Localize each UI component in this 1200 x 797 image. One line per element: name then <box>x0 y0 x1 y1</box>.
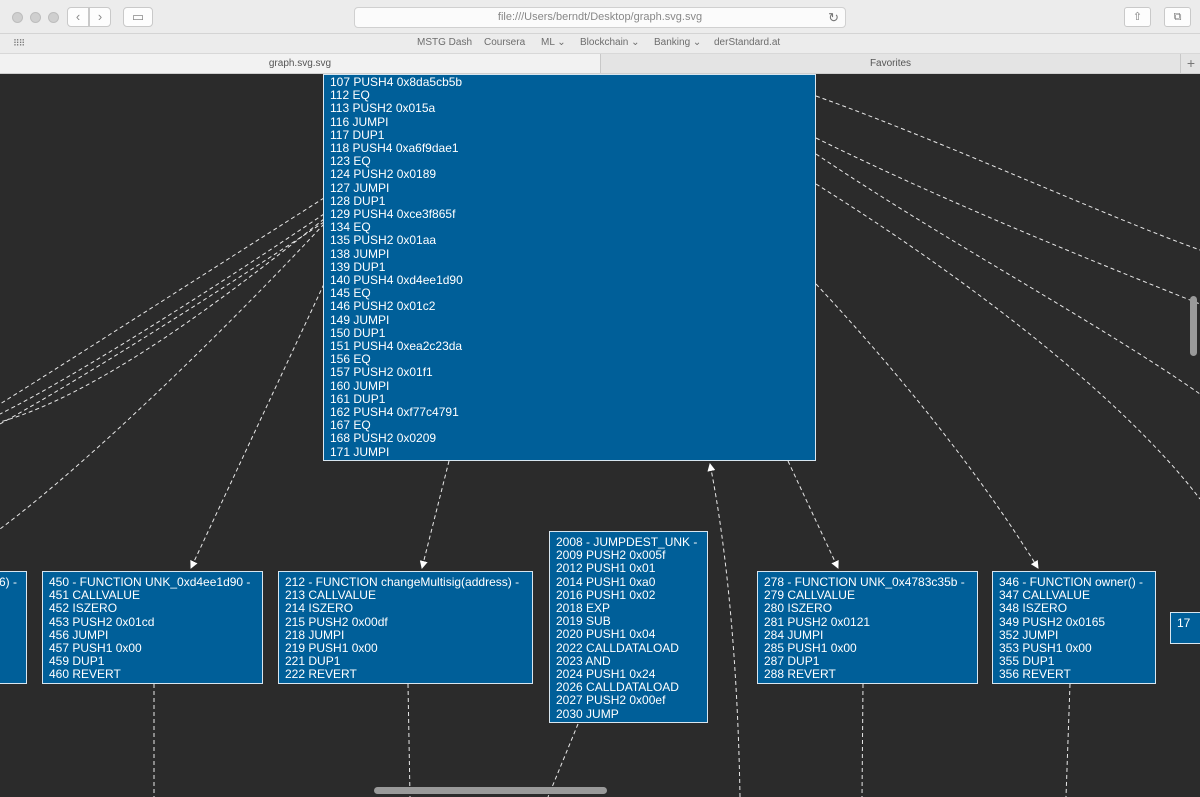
graph-node-function-owner[interactable]: 346 - FUNCTION owner() - 347 CALLVALUE 3… <box>992 571 1156 684</box>
browser-toolbar: ‹ › ▭ file:///Users/berndt/Desktop/graph… <box>0 0 1200 34</box>
graph-edge <box>707 463 741 797</box>
graph-node-jumpdest-2008[interactable]: 2008 - JUMPDEST_UNK - 2009 PUSH2 0x005f … <box>549 531 708 723</box>
vertical-scrollbar[interactable] <box>1190 296 1197 356</box>
horizontal-scrollbar[interactable] <box>374 787 607 794</box>
minimize-window-button[interactable] <box>30 12 41 23</box>
zoom-window-button[interactable] <box>48 12 59 23</box>
favorite-mstg-dash[interactable]: MSTG Dash <box>417 37 472 48</box>
tabs-icon: ⧉ <box>1173 11 1182 23</box>
graph-edge <box>419 460 450 569</box>
address-bar[interactable]: file:///Users/berndt/Desktop/graph.svg.s… <box>354 7 846 28</box>
graph-edge <box>815 137 1200 305</box>
chevron-right-icon: › <box>97 9 103 24</box>
graph-edge <box>0 223 325 530</box>
graph-edge <box>0 213 325 415</box>
graph-edge <box>190 283 325 569</box>
graph-edge <box>0 221 325 425</box>
graph-edge <box>815 283 1039 569</box>
plus-icon: + <box>1186 55 1196 71</box>
graph-node-partial-left[interactable]: 6) - <box>0 571 27 684</box>
graph-edge <box>0 218 325 423</box>
grid-icon[interactable]: ⠿⠿ <box>13 38 25 49</box>
graph-canvas[interactable]: 107 PUSH4 0x8da5cb5b 112 EQ 113 PUSH2 0x… <box>0 74 1200 797</box>
close-window-button[interactable] <box>12 12 23 23</box>
share-icon: ⇧ <box>1132 11 1143 23</box>
graph-edge <box>787 460 839 569</box>
graph-edge <box>0 197 325 405</box>
graph-node-function-unk-4783c35b[interactable]: 278 - FUNCTION UNK_0x4783c35b - 279 CALL… <box>757 571 978 684</box>
forward-button[interactable]: › <box>89 7 111 27</box>
reload-icon[interactable]: ↻ <box>828 8 839 27</box>
favorite-banking[interactable]: Banking ⌄ <box>654 37 701 48</box>
graph-node-dispatcher[interactable]: 107 PUSH4 0x8da5cb5b 112 EQ 113 PUSH2 0x… <box>323 74 816 461</box>
show-tabs-button[interactable]: ⧉ <box>1164 7 1191 27</box>
graph-node-function-changemultisig[interactable]: 212 - FUNCTION changeMultisig(address) -… <box>278 571 533 684</box>
chevron-left-icon: ‹ <box>75 9 81 24</box>
graph-edge <box>1065 683 1071 797</box>
back-button[interactable]: ‹ <box>67 7 89 27</box>
sidebar-toggle-button[interactable]: ▭ <box>123 7 153 27</box>
graph-node-function-unk-d4ee1d90[interactable]: 450 - FUNCTION UNK_0xd4ee1d90 - 451 CALL… <box>42 571 263 684</box>
tab-bar: graph.svg.svg Favorites + <box>0 54 1200 74</box>
graph-node-partial-right[interactable]: 17 <box>1170 612 1200 644</box>
new-tab-button[interactable]: + <box>1180 54 1200 73</box>
favorite-ml[interactable]: ML ⌄ <box>541 37 566 48</box>
favorite-coursera[interactable]: Coursera <box>484 37 525 48</box>
share-button[interactable]: ⇧ <box>1124 7 1151 27</box>
graph-edge <box>861 683 864 797</box>
favorite-derstandard[interactable]: derStandard.at <box>714 37 780 48</box>
sidebar-icon: ▭ <box>131 9 145 24</box>
tab-favorites[interactable]: Favorites <box>601 54 1180 73</box>
graph-edge <box>815 95 1200 251</box>
tab-graph-svg[interactable]: graph.svg.svg <box>0 54 600 73</box>
graph-edge <box>815 153 1200 395</box>
url-text: file:///Users/berndt/Desktop/graph.svg.s… <box>497 11 703 23</box>
favorite-blockchain[interactable]: Blockchain ⌄ <box>580 37 640 48</box>
graph-edge <box>815 183 1200 500</box>
favorites-bar: ⠿⠿ MSTG Dash Coursera ML ⌄ Blockchain ⌄ … <box>0 34 1200 54</box>
graph-edge <box>407 683 411 797</box>
